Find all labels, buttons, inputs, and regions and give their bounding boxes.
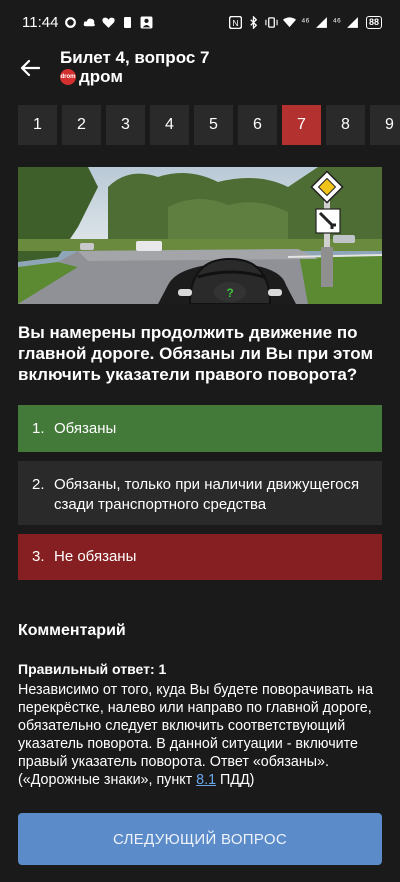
status-bar: 11:44 N ⁴⁶ ⁴⁶ 88: [0, 0, 400, 44]
comment-body: Независимо от того, куда Вы будете повор…: [18, 681, 384, 789]
signal-icon-1: [315, 16, 327, 28]
comment-text-after: ПДД): [216, 772, 255, 788]
question-tab-8[interactable]: 8: [326, 105, 365, 145]
answer-text: Обязаны: [54, 419, 117, 437]
rule-link[interactable]: 8.1: [196, 772, 216, 788]
answer-option-2[interactable]: 2. Обязаны, только при наличии движущего…: [18, 461, 382, 525]
settings-icon: [65, 16, 77, 28]
answer-number: 3.: [32, 548, 45, 565]
answer-text: Обязаны, только при наличии движущегося …: [54, 476, 360, 513]
vibrate-icon: [265, 16, 278, 28]
question-navigation: 123456789: [18, 105, 400, 145]
question-tab-1[interactable]: 1: [18, 105, 57, 145]
arrow-back-icon: [20, 59, 40, 77]
answer-number: 1.: [32, 419, 45, 437]
comment-title: Комментарий: [18, 622, 126, 639]
nfc-icon: N: [229, 15, 243, 29]
answer-text: Не обязаны: [54, 548, 137, 565]
question-tab-6[interactable]: 6: [238, 105, 277, 145]
question-text: Вы намерены продолжить движение по главн…: [18, 323, 374, 384]
source-label: drom дром: [60, 67, 123, 87]
question-tab-2[interactable]: 2: [62, 105, 101, 145]
bluetooth-icon: [250, 15, 258, 29]
question-tab-4[interactable]: 4: [150, 105, 189, 145]
next-question-button[interactable]: СЛЕДУЮЩИЙ ВОПРОС: [18, 813, 382, 865]
cloud-icon: [84, 18, 96, 26]
battery-indicator: 88: [365, 15, 382, 29]
svg-text:?: ?: [226, 286, 233, 300]
question-image: ?: [18, 167, 382, 304]
road-scene-illustration: ?: [18, 167, 382, 304]
signal-icon-2: [347, 16, 358, 28]
wifi-icon: [283, 16, 297, 27]
answer-option-1[interactable]: 1. Обязаны: [18, 405, 382, 452]
answer-option-3[interactable]: 3. Не обязаны: [18, 534, 382, 580]
status-right: N ⁴⁶ ⁴⁶ 88: [229, 15, 382, 29]
page-title: Билет 4, вопрос 7: [60, 48, 210, 67]
network-type-2: ⁴⁶: [332, 16, 341, 28]
source-name: дром: [79, 67, 123, 86]
logo-text: drom: [60, 74, 76, 80]
question-tab-3[interactable]: 3: [106, 105, 145, 145]
sim-icon: [124, 16, 132, 28]
network-type-1: ⁴⁶: [301, 16, 310, 28]
question-tab-5[interactable]: 5: [194, 105, 233, 145]
question-tab-7[interactable]: 7: [282, 105, 321, 145]
status-left: 11:44: [22, 14, 153, 31]
question-tab-9[interactable]: 9: [370, 105, 400, 145]
svg-text:N: N: [233, 17, 239, 27]
answer-number: 2.: [32, 476, 45, 493]
heart-icon: [102, 17, 116, 28]
correct-answer-label: Правильный ответ: 1: [18, 661, 167, 677]
status-time: 11:44: [22, 13, 59, 31]
profile-icon: [140, 16, 153, 28]
back-button[interactable]: [14, 52, 46, 84]
drom-logo: drom: [60, 69, 76, 85]
app-header: Билет 4, вопрос 7 drom дром: [0, 44, 400, 94]
